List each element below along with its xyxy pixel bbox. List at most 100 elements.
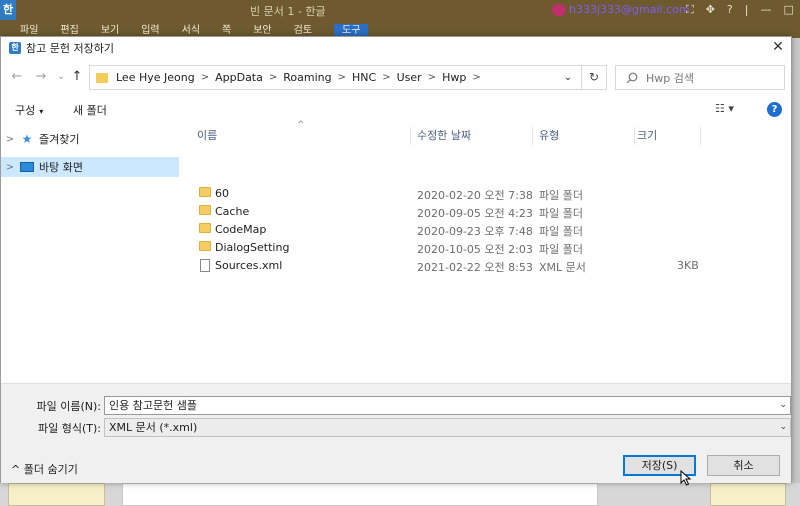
breadcrumb-label: User xyxy=(396,71,422,84)
file-modified: 2020-02-20 오전 7:38 xyxy=(417,189,533,202)
breadcrumb-item[interactable]: HNC > xyxy=(352,71,397,84)
chevron-right-icon[interactable]: > xyxy=(338,72,346,83)
expand-chevron-icon[interactable]: > xyxy=(1,162,19,173)
star-icon: ★ xyxy=(21,132,33,146)
file-name: Cache xyxy=(215,205,250,218)
background-margin-right xyxy=(710,483,786,506)
hide-folders-button[interactable]: ^ 폴더 숨기기 xyxy=(11,461,78,477)
background-window-title: 빈 문서 1 - 한글 xyxy=(250,5,326,18)
folder-icon xyxy=(199,205,211,215)
fullscreen-icon[interactable]: ⛶ xyxy=(686,3,694,17)
breadcrumb-item[interactable]: User > xyxy=(397,71,442,84)
breadcrumb-item[interactable]: Hwp > xyxy=(442,71,487,84)
breadcrumb-item[interactable]: Roaming > xyxy=(283,71,352,84)
table-row[interactable]: DialogSetting 2020-10-05 오전 2:03 파일 폴더 xyxy=(197,239,697,257)
navigation-pane: > ★ 즐겨찾기 > 바탕 화면 xyxy=(1,125,181,383)
chevron-right-icon[interactable]: > xyxy=(269,72,277,83)
account-badge[interactable]: h333j333@gmail.com xyxy=(552,3,690,16)
chevron-right-icon[interactable]: > xyxy=(428,72,436,83)
filetype-value: XML 문서 (*.xml) xyxy=(109,421,198,434)
background-scroll-strip xyxy=(792,38,800,506)
folder-icon xyxy=(199,187,211,197)
breadcrumb-label: AppData xyxy=(215,71,263,84)
minimize-icon[interactable]: — xyxy=(760,3,771,17)
help-icon[interactable]: ? xyxy=(767,102,782,117)
organize-label: 구성 xyxy=(15,104,36,117)
view-options-icon[interactable]: ☷ ▾ xyxy=(715,102,734,115)
recent-locations-icon[interactable]: ⌄ xyxy=(53,69,69,85)
file-modified: 2020-10-05 오전 2:03 xyxy=(417,243,533,256)
back-arrow-icon[interactable]: ← xyxy=(9,69,25,85)
refresh-icon[interactable]: ↻ xyxy=(581,65,607,90)
table-row[interactable]: Cache 2020-09-05 오전 4:23 파일 폴더 xyxy=(197,203,697,221)
sidebar-item-label: 바탕 화면 xyxy=(39,161,83,174)
chevron-right-icon[interactable]: > xyxy=(472,72,480,83)
search-input[interactable]: Hwp 검색 xyxy=(615,65,785,90)
file-type: XML 문서 xyxy=(539,261,586,274)
file-size: 3KB xyxy=(677,259,699,272)
search-icon xyxy=(626,72,638,83)
file-type: 파일 폴더 xyxy=(539,225,583,238)
breadcrumb-label: Lee Hye Jeong xyxy=(116,71,195,84)
file-name: 60 xyxy=(215,187,229,200)
dialog-title: 참고 문헌 저장하기 xyxy=(26,42,114,55)
column-header-modified[interactable]: 수정한 날짜 xyxy=(417,127,533,145)
breadcrumb-label: Hwp xyxy=(442,71,467,84)
filename-value: 인용 참고문헌 샘플 xyxy=(109,399,197,412)
caret-down-icon: ▾ xyxy=(39,107,44,116)
address-bar[interactable]: Lee Hye Jeong > AppData > Roaming > HNC > Us… xyxy=(89,65,607,90)
close-icon[interactable]: ✕ xyxy=(771,39,785,55)
chevron-right-icon[interactable]: > xyxy=(382,72,390,83)
file-name: DialogSetting xyxy=(215,241,290,254)
command-toolbar: 구성 ▾ 새 폴더 ☷ ▾ ? xyxy=(1,99,791,121)
save-options-panel: 파일 이름(N): 인용 참고문헌 샘플 ⌄ 파일 형식(T): XML 문서 … xyxy=(1,383,791,483)
file-list: ^ 이름 수정한 날짜 유형 크기 60 2020-02-20 오전 7:38 … xyxy=(183,120,791,383)
new-folder-button[interactable]: 새 폴더 xyxy=(73,102,107,118)
chevron-down-icon[interactable]: ⌄ xyxy=(779,397,787,414)
column-header-name[interactable]: 이름 xyxy=(197,127,411,145)
filename-label: 파일 이름(N): xyxy=(36,400,102,413)
breadcrumb-item[interactable]: AppData > xyxy=(215,71,283,84)
filename-field[interactable]: 인용 참고문헌 샘플 ⌄ xyxy=(104,396,791,415)
table-row[interactable]: Sources.xml 2021-02-22 오전 8:53 XML 문서 3K… xyxy=(197,257,699,275)
up-arrow-icon[interactable]: ↑ xyxy=(69,69,85,85)
chevron-right-icon[interactable]: > xyxy=(201,72,209,83)
xml-file-icon xyxy=(200,259,210,272)
cancel-button[interactable]: 취소 xyxy=(707,455,780,476)
hancom-logo-icon: 한 xyxy=(0,0,16,20)
file-modified: 2020-09-05 오전 4:23 xyxy=(417,207,533,220)
filetype-select[interactable]: XML 문서 (*.xml) ⌄ xyxy=(104,418,791,437)
table-row[interactable]: CodeMap 2020-09-23 오후 7:48 파일 폴더 xyxy=(197,221,697,239)
hide-folders-label: 폴더 숨기기 xyxy=(23,463,78,476)
file-type: 파일 폴더 xyxy=(539,189,583,202)
divider: | xyxy=(744,3,749,16)
table-row[interactable]: 60 2020-02-20 오전 7:38 파일 폴더 xyxy=(197,185,697,203)
background-margin-left xyxy=(8,483,105,506)
column-header-type[interactable]: 유형 xyxy=(539,127,635,145)
file-type: 파일 폴더 xyxy=(539,207,583,220)
expand-chevron-icon[interactable]: > xyxy=(1,134,19,145)
filetype-label: 파일 형식(T): xyxy=(38,422,101,435)
address-dropdown-icon[interactable]: ⌄ xyxy=(556,66,580,89)
dialog-title-bar: 한 참고 문헌 저장하기 ✕ xyxy=(1,37,791,59)
breadcrumb-label: Roaming xyxy=(283,71,332,84)
file-name: CodeMap xyxy=(215,223,267,236)
sidebar-item-desktop[interactable]: > 바탕 화면 xyxy=(1,157,179,177)
background-document-area xyxy=(0,483,800,506)
sidebar-item-label: 즐겨찾기 xyxy=(39,133,80,146)
background-window-controls: ⛶ ✥ ? | — □ ✕ xyxy=(686,3,800,17)
chevron-down-icon[interactable]: ⌄ xyxy=(779,419,787,436)
forward-arrow-icon[interactable]: → xyxy=(33,69,49,85)
breadcrumb-item[interactable]: Lee Hye Jeong > xyxy=(116,71,215,84)
folder-icon xyxy=(199,223,211,233)
help-icon[interactable]: ? xyxy=(727,3,733,17)
organize-button[interactable]: 구성 ▾ xyxy=(15,102,43,118)
maximize-icon[interactable]: □ xyxy=(783,3,793,17)
column-header-size[interactable]: 크기 xyxy=(637,127,701,145)
search-placeholder: Hwp 검색 xyxy=(646,71,694,85)
account-email: h333j333@gmail.com xyxy=(569,3,690,16)
sidebar-item-favorites[interactable]: > ★ 즐겨찾기 xyxy=(1,129,179,149)
background-page xyxy=(122,483,598,506)
move-icon[interactable]: ✥ xyxy=(706,3,715,17)
account-avatar xyxy=(552,3,566,16)
